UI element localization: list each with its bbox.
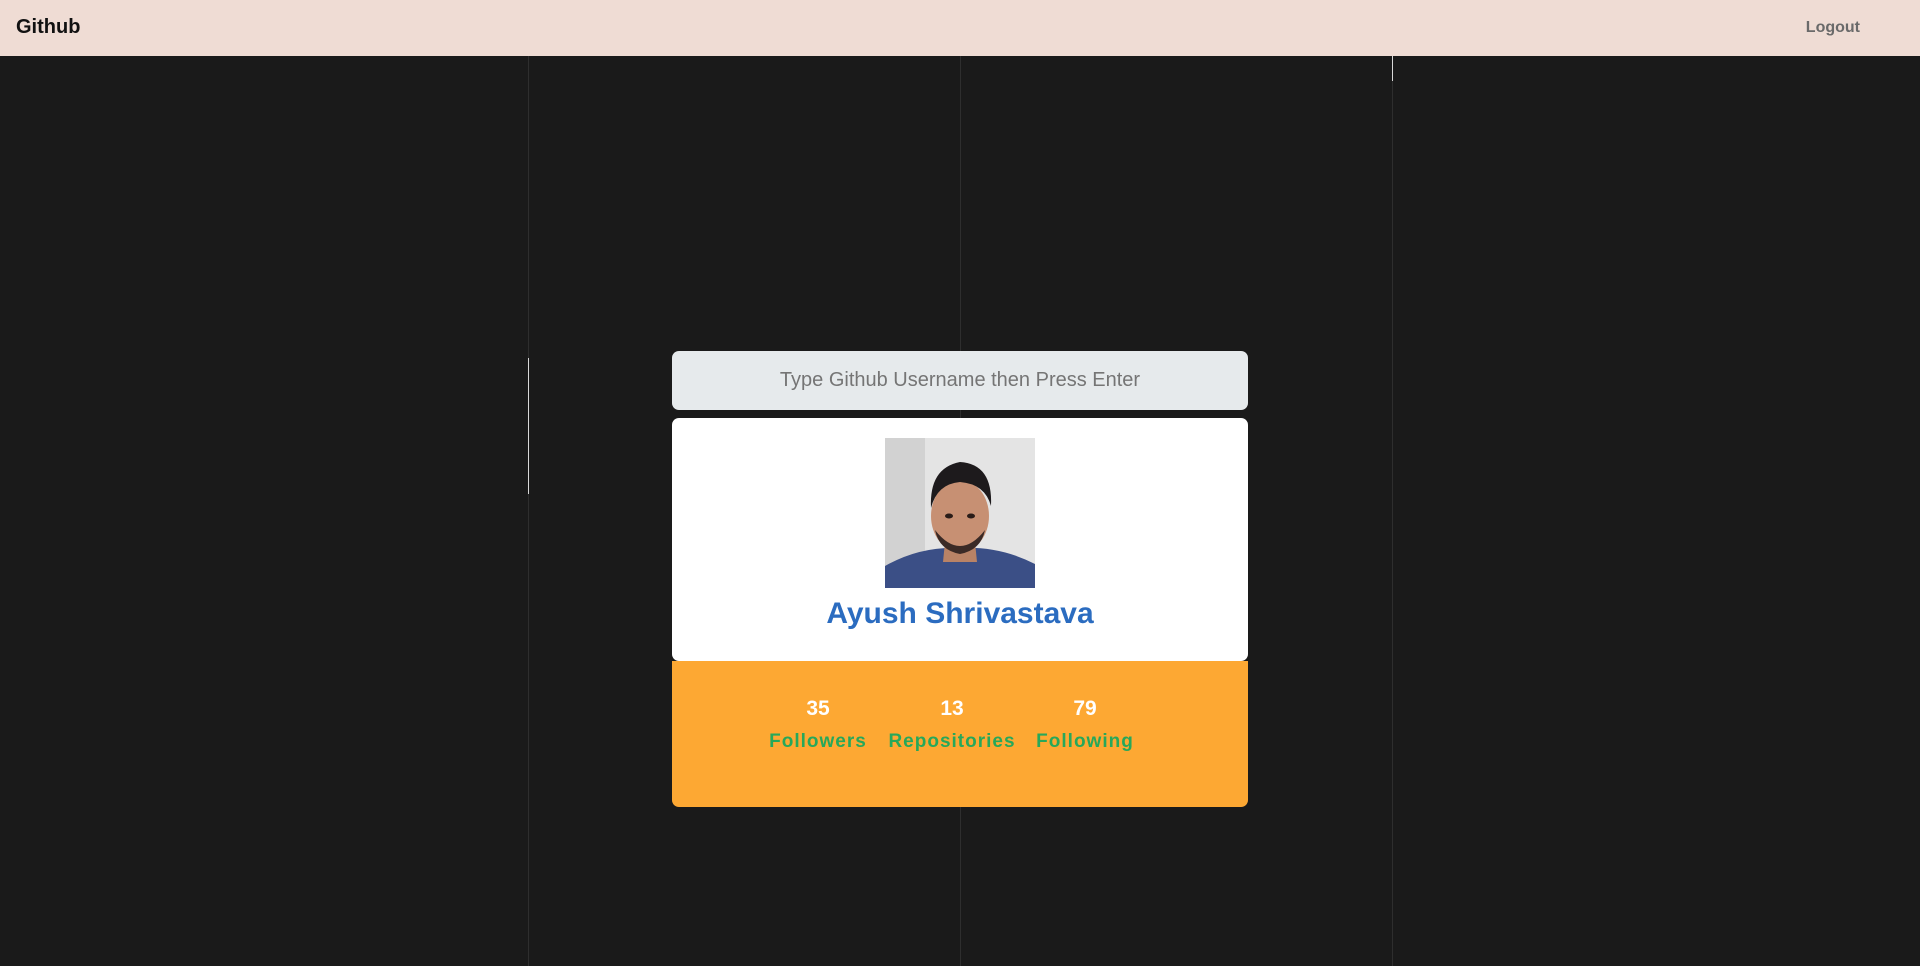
stat-label: Followers: [769, 731, 867, 752]
background-divider: [1392, 56, 1393, 966]
profile-name: Ayush Shrivastava: [826, 597, 1094, 630]
stat-following: 79 Following: [1036, 697, 1134, 753]
profile-card: Ayush Shrivastava: [672, 418, 1248, 661]
stats-card: 35 Followers 13 Repositories 79 Followin…: [672, 661, 1248, 807]
avatar-photo: [885, 438, 1035, 588]
stat-value: 79: [1073, 697, 1097, 720]
stat-label: Following: [1036, 731, 1134, 752]
avatar: [885, 438, 1035, 588]
brand-title[interactable]: Github: [16, 16, 80, 38]
background-highlight-line: [1392, 56, 1393, 81]
background-highlight-line: [528, 358, 529, 494]
stat-value: 35: [806, 697, 830, 720]
stat-label: Repositories: [888, 731, 1016, 752]
background-divider: [528, 56, 529, 966]
stat-value: 13: [940, 697, 964, 720]
logout-link[interactable]: Logout: [1806, 18, 1860, 38]
username-search-input[interactable]: [672, 351, 1248, 410]
stat-repositories: 13 Repositories: [888, 697, 1015, 753]
stat-followers: 35 Followers: [769, 697, 867, 753]
navbar: Github Logout: [0, 0, 1920, 56]
